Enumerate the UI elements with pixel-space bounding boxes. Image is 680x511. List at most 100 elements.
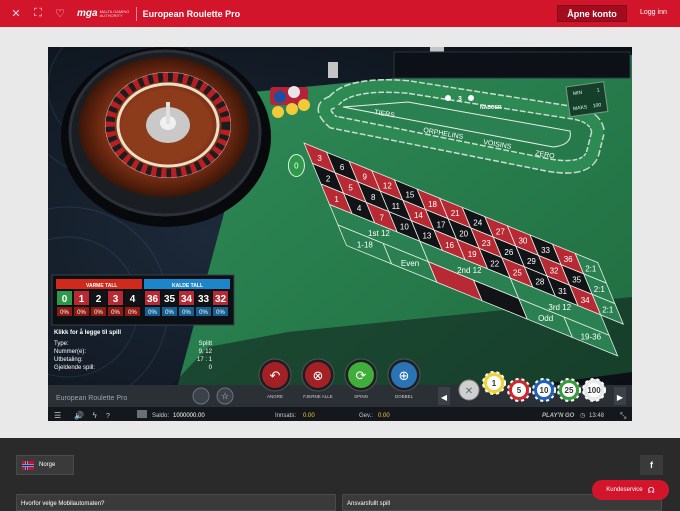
number-label: 25 bbox=[513, 268, 522, 277]
limit-max-value: 100 bbox=[593, 102, 602, 109]
chip-value: 5 bbox=[517, 386, 522, 395]
facebook-icon[interactable]: f bbox=[640, 455, 663, 475]
number-label: 35 bbox=[572, 276, 581, 285]
chip[interactable]: 100 bbox=[582, 378, 606, 402]
plus-icon[interactable] bbox=[468, 95, 474, 101]
current-bets-label: Gjeldende spill: bbox=[54, 365, 95, 371]
stat-percent: 0% bbox=[182, 310, 191, 316]
dozen-label: 1st 12 bbox=[368, 229, 390, 238]
stat-percent: 0% bbox=[60, 310, 69, 316]
info-display bbox=[393, 51, 631, 79]
language-label: Norge bbox=[39, 462, 56, 468]
balance-value: 1000000.00 bbox=[173, 413, 205, 419]
menu-icon[interactable]: ☰ bbox=[54, 411, 61, 420]
dozen-label: 3rd 12 bbox=[548, 303, 571, 312]
wallet-icon bbox=[137, 410, 147, 418]
double-icon: ⊕ bbox=[399, 369, 410, 384]
neighbours-label: NABOER bbox=[480, 105, 502, 111]
stat-number: 36 bbox=[147, 294, 159, 305]
chip[interactable]: 25 bbox=[557, 378, 581, 402]
number-label: 13 bbox=[422, 232, 431, 241]
game-name: European Roulette Pro bbox=[56, 395, 127, 402]
open-account-button[interactable]: Åpne konto bbox=[557, 5, 627, 22]
stat-percent: 0% bbox=[111, 310, 120, 316]
minus-icon[interactable] bbox=[445, 95, 451, 101]
chip[interactable]: 10 bbox=[532, 378, 556, 402]
number-label: 5 bbox=[348, 184, 353, 193]
dozen-label: 2nd 12 bbox=[457, 266, 482, 275]
bet-cell-zero[interactable]: 0 bbox=[287, 153, 305, 177]
undo-icon: ↶ bbox=[270, 369, 281, 384]
heart-icon[interactable]: ♡ bbox=[49, 0, 71, 27]
column-label: 2:1 bbox=[585, 264, 597, 273]
fullscreen-toggle-icon[interactable]: ⤡ bbox=[620, 411, 627, 420]
action-label: FJERNE ALLE bbox=[303, 394, 333, 399]
chip-value: 1 bbox=[492, 379, 497, 388]
stat-number-cell: 32 0% bbox=[213, 291, 228, 316]
stat-number: 33 bbox=[198, 294, 210, 305]
balance-label: Saldo: bbox=[152, 413, 169, 419]
clock-time: 13:48 bbox=[589, 413, 605, 419]
number-label: 17 bbox=[437, 220, 446, 229]
bet-numbers-value: 9, 12 bbox=[199, 349, 213, 355]
help-icon[interactable]: ? bbox=[106, 413, 110, 420]
stat-number: 0 bbox=[62, 294, 68, 305]
bet-type-label: Type: bbox=[54, 341, 69, 347]
fullscreen-icon[interactable]: ⛶ bbox=[27, 0, 49, 27]
number-label: 26 bbox=[504, 248, 513, 257]
number-label: 36 bbox=[564, 255, 573, 264]
number-label: 12 bbox=[383, 181, 392, 190]
number-label: 31 bbox=[558, 287, 567, 296]
bet-info-heading: Klikk for å legge til spill bbox=[54, 329, 121, 336]
number-label: 3 bbox=[317, 154, 322, 163]
roulette-wheel[interactable] bbox=[61, 47, 271, 227]
number-label: 32 bbox=[550, 266, 559, 275]
action-label: DOBBEL bbox=[395, 394, 414, 399]
accordion-why-choose[interactable]: Hvorfor velge Mobilautomaten? bbox=[16, 494, 336, 511]
top-bar: ✕ ⛶ ♡ mga MALTA GAMING AUTHORITY Europea… bbox=[0, 0, 680, 27]
neighbours-count: 3 bbox=[458, 96, 462, 103]
bet-value: 0.00 bbox=[303, 413, 315, 419]
bet-numbers-label: Nummer(e): bbox=[54, 349, 86, 355]
stat-number: 35 bbox=[164, 294, 176, 305]
number-label: 8 bbox=[371, 193, 376, 202]
mga-logo: mga MALTA GAMING AUTHORITY bbox=[77, 8, 130, 19]
stat-number: 34 bbox=[181, 294, 193, 305]
provider-logo: PLAY'N GO bbox=[542, 413, 575, 419]
arrow-left-icon: ◀ bbox=[441, 393, 448, 402]
login-link[interactable]: Logg inn bbox=[640, 9, 667, 16]
bet-label: Innsats: bbox=[275, 413, 296, 419]
chip-value: 25 bbox=[565, 386, 574, 395]
stat-number: 32 bbox=[215, 294, 227, 305]
game-title: European Roulette Pro bbox=[142, 8, 241, 19]
number-label: 14 bbox=[414, 211, 423, 220]
stat-percent: 0% bbox=[216, 310, 225, 316]
outside-label: 19-36 bbox=[581, 332, 602, 341]
number-label: 19 bbox=[468, 250, 477, 259]
number-label: 7 bbox=[380, 213, 385, 222]
spin-icon: ⟳ bbox=[356, 369, 367, 384]
stats-icon[interactable] bbox=[192, 387, 210, 405]
number-label: 20 bbox=[459, 230, 468, 239]
close-icon[interactable]: ✕ bbox=[5, 0, 27, 27]
number-label: 29 bbox=[527, 257, 536, 266]
stat-percent: 0% bbox=[148, 310, 157, 316]
clock-icon: ◷ bbox=[580, 412, 585, 419]
game-frame: TIERS ORPHELINS VOISINS ZERO 3 NABOER MI… bbox=[48, 47, 632, 421]
number-label: 28 bbox=[535, 278, 544, 287]
number-label: 9 bbox=[363, 172, 368, 181]
language-selector[interactable]: Norge bbox=[16, 455, 74, 475]
number-label: 4 bbox=[357, 204, 362, 213]
stat-percent: 0% bbox=[199, 310, 208, 316]
divider bbox=[135, 6, 137, 21]
chip[interactable]: 5 bbox=[507, 378, 531, 402]
bet-payout-label: Utbetaling: bbox=[54, 357, 83, 363]
number-label: 23 bbox=[482, 239, 491, 248]
chip-value: 100 bbox=[587, 386, 601, 395]
customer-service-button[interactable]: Kundeservice ☊ bbox=[592, 480, 669, 500]
norway-flag-icon bbox=[22, 460, 34, 470]
number-label: 22 bbox=[490, 259, 499, 268]
sound-icon[interactable]: 🔊 bbox=[74, 410, 84, 420]
turbo-icon[interactable]: ϟ bbox=[92, 411, 97, 420]
chip[interactable]: 1 bbox=[482, 371, 506, 395]
